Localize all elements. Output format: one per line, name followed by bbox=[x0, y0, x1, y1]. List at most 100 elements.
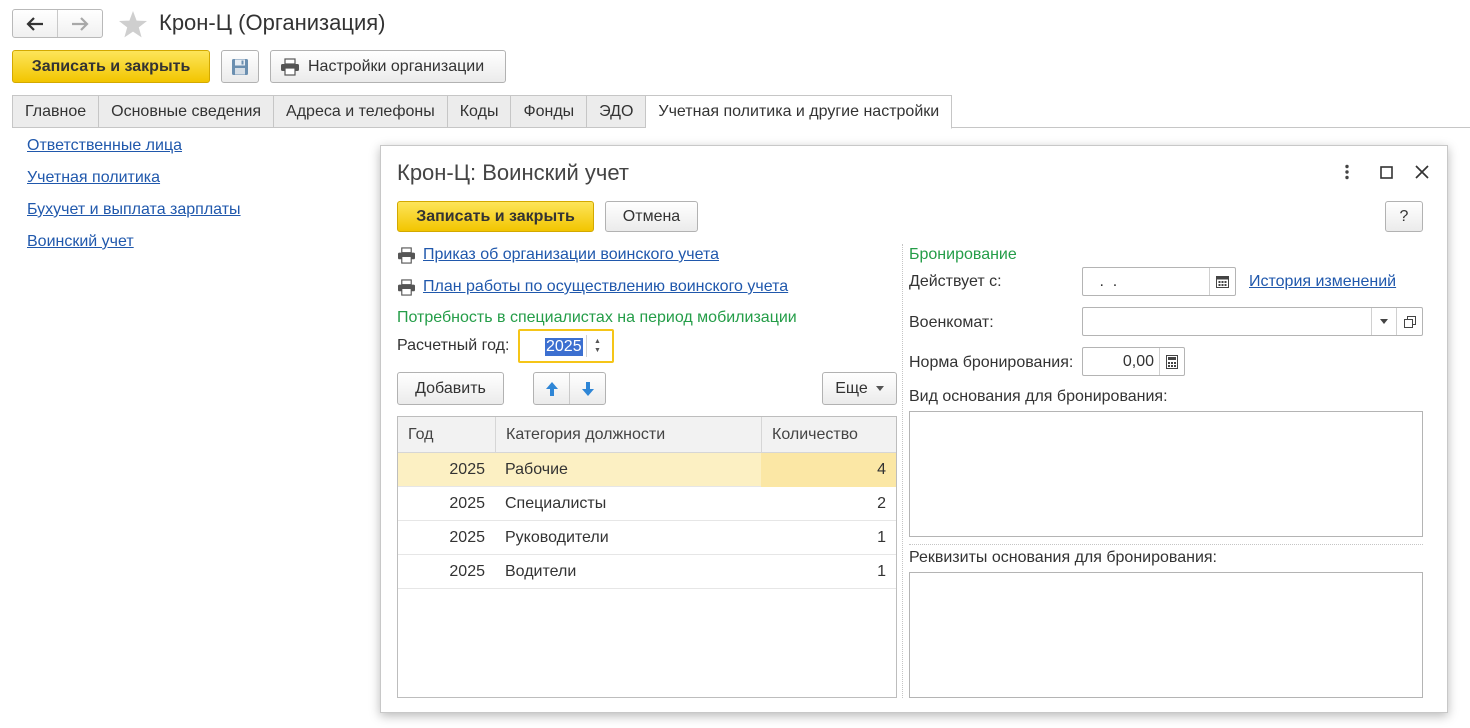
cell-quantity: 1 bbox=[877, 563, 886, 580]
cell-year: 2025 bbox=[449, 495, 485, 512]
tab-edo[interactable]: ЭДО bbox=[587, 95, 647, 128]
move-down-button[interactable] bbox=[569, 373, 605, 404]
arrow-up-icon bbox=[545, 381, 558, 396]
dialog-close-button[interactable] bbox=[1412, 162, 1432, 182]
calendar-button[interactable] bbox=[1209, 268, 1235, 295]
dialog-save-and-close-label: Записать и закрыть bbox=[416, 207, 575, 225]
table-row[interactable]: 2025 Водители 1 bbox=[398, 555, 896, 589]
more-button[interactable]: Еще bbox=[822, 372, 897, 405]
calculator-icon bbox=[1166, 354, 1178, 369]
forward-button[interactable] bbox=[57, 10, 102, 37]
cell-year: 2025 bbox=[449, 563, 485, 580]
tab-addresses-phones[interactable]: Адреса и телефоны bbox=[274, 95, 448, 128]
dialog-maximize-button[interactable] bbox=[1376, 162, 1396, 182]
calc-year-field[interactable]: 2025 ▲ ▼ bbox=[518, 329, 614, 363]
favorite-star-button[interactable] bbox=[118, 10, 148, 38]
help-button[interactable]: ? bbox=[1385, 201, 1423, 232]
tab-funds-label: Фонды bbox=[523, 102, 575, 120]
basis-type-label: Вид основания для бронирования: bbox=[909, 388, 1168, 405]
print-order-link[interactable]: Приказ об организации воинского учета bbox=[423, 246, 719, 264]
sidebar-link-accounting-policy[interactable]: Учетная политика bbox=[27, 169, 160, 187]
valid-from-field[interactable]: . . bbox=[1082, 267, 1236, 296]
move-up-button[interactable] bbox=[534, 373, 569, 404]
booking-section-title: Бронирование bbox=[909, 246, 1017, 263]
tab-codes[interactable]: Коды bbox=[447, 95, 512, 128]
tab-codes-label: Коды bbox=[459, 102, 499, 120]
print-order-row: Приказ об организации воинского учета bbox=[397, 246, 719, 264]
column-year-header[interactable]: Год bbox=[398, 417, 495, 453]
basis-details-label: Реквизиты основания для бронирования: bbox=[909, 549, 1217, 566]
table-row[interactable]: 2025 Рабочие 4 bbox=[398, 453, 896, 487]
dialog-menu-button[interactable] bbox=[1338, 162, 1356, 182]
back-button[interactable] bbox=[13, 10, 57, 37]
tab-basic-info-label: Основные сведения bbox=[111, 102, 262, 120]
table-header: Год Категория должности Количество bbox=[398, 417, 896, 453]
column-divider bbox=[902, 244, 903, 698]
arrow-left-icon bbox=[26, 16, 43, 31]
cell-category: Водители bbox=[505, 563, 577, 580]
navigation-buttons bbox=[12, 9, 103, 38]
cell-quantity: 2 bbox=[877, 495, 886, 512]
vertical-dots-icon bbox=[1345, 164, 1349, 180]
calc-year-label: Расчетный год: bbox=[397, 337, 510, 354]
save-button[interactable] bbox=[221, 50, 259, 83]
organization-settings-label: Настройки организации bbox=[308, 57, 485, 75]
calc-year-spinner[interactable]: ▲ ▼ bbox=[586, 335, 608, 357]
column-category-header[interactable]: Категория должности bbox=[495, 417, 761, 453]
tab-accounting-policy[interactable]: Учетная политика и другие настройки bbox=[646, 95, 953, 129]
dialog-save-and-close-button[interactable]: Записать и закрыть bbox=[397, 201, 594, 232]
table-row[interactable]: 2025 Специалисты 2 bbox=[398, 487, 896, 521]
print-plan-row: План работы по осуществлению воинского у… bbox=[397, 278, 788, 296]
tab-basic-info[interactable]: Основные сведения bbox=[99, 95, 275, 128]
table-row[interactable]: 2025 Руководители 1 bbox=[398, 521, 896, 555]
cell-quantity: 4 bbox=[761, 453, 896, 487]
window-title: Крон-Ц (Организация) bbox=[159, 10, 386, 35]
sidebar-link-responsible-persons[interactable]: Ответственные лица bbox=[27, 137, 182, 155]
booking-norm-field[interactable]: 0,00 bbox=[1082, 347, 1185, 376]
basis-details-textarea[interactable] bbox=[909, 572, 1423, 698]
calendar-icon bbox=[1216, 276, 1229, 288]
save-and-close-button[interactable]: Записать и закрыть bbox=[12, 50, 210, 83]
military-office-open-button[interactable] bbox=[1396, 308, 1422, 335]
tab-addresses-phones-label: Адреса и телефоны bbox=[286, 102, 435, 120]
military-registration-dialog: Крон-Ц: Воинский учет Записать и закрыть… bbox=[380, 145, 1448, 713]
tab-main-label: Главное bbox=[25, 102, 87, 120]
add-label: Добавить bbox=[415, 379, 486, 397]
arrow-right-icon bbox=[72, 16, 89, 31]
printer-icon bbox=[398, 246, 415, 264]
change-history-link[interactable]: История изменений bbox=[1249, 273, 1396, 291]
spin-down-icon: ▼ bbox=[594, 347, 601, 354]
specialists-need-section-title: Потребность в специалистах на период моб… bbox=[397, 309, 797, 326]
tab-funds[interactable]: Фонды bbox=[511, 95, 588, 128]
military-office-dropdown-button[interactable] bbox=[1371, 308, 1395, 335]
cell-category: Руководители bbox=[505, 529, 609, 546]
cell-year: 2025 bbox=[449, 529, 485, 546]
tab-main[interactable]: Главное bbox=[12, 95, 100, 128]
basis-type-textarea[interactable] bbox=[909, 411, 1423, 537]
sidebar-link-accounting-payroll[interactable]: Бухучет и выплата зарплаты bbox=[27, 201, 241, 219]
print-plan-link[interactable]: План работы по осуществлению воинского у… bbox=[423, 278, 788, 296]
floppy-disk-icon bbox=[232, 58, 248, 75]
help-label: ? bbox=[1399, 207, 1409, 225]
dialog-title: Крон-Ц: Воинский учет bbox=[397, 160, 629, 185]
military-office-field[interactable] bbox=[1082, 307, 1423, 336]
cell-category: Специалисты bbox=[505, 495, 607, 512]
specialists-table[interactable]: Год Категория должности Количество 2025 … bbox=[397, 416, 897, 698]
move-buttons bbox=[533, 372, 606, 405]
save-and-close-label: Записать и закрыть bbox=[31, 57, 191, 75]
maximize-icon bbox=[1379, 165, 1393, 179]
organization-settings-button[interactable]: Настройки организации bbox=[270, 50, 506, 83]
calculator-button[interactable] bbox=[1159, 348, 1184, 375]
tab-edo-label: ЭДО bbox=[599, 102, 634, 120]
column-quantity-header[interactable]: Количество bbox=[761, 417, 896, 453]
close-icon bbox=[1415, 165, 1429, 179]
cancel-button[interactable]: Отмена bbox=[605, 201, 698, 232]
open-window-icon bbox=[1403, 315, 1416, 328]
printer-icon bbox=[281, 57, 299, 76]
sidebar-link-military-registration[interactable]: Воинский учет bbox=[27, 233, 134, 251]
calc-year-value: 2025 bbox=[545, 338, 583, 356]
add-button[interactable]: Добавить bbox=[397, 372, 504, 405]
spin-up-icon: ▲ bbox=[594, 338, 601, 345]
cell-category: Рабочие bbox=[505, 461, 568, 478]
cell-year: 2025 bbox=[449, 461, 485, 478]
